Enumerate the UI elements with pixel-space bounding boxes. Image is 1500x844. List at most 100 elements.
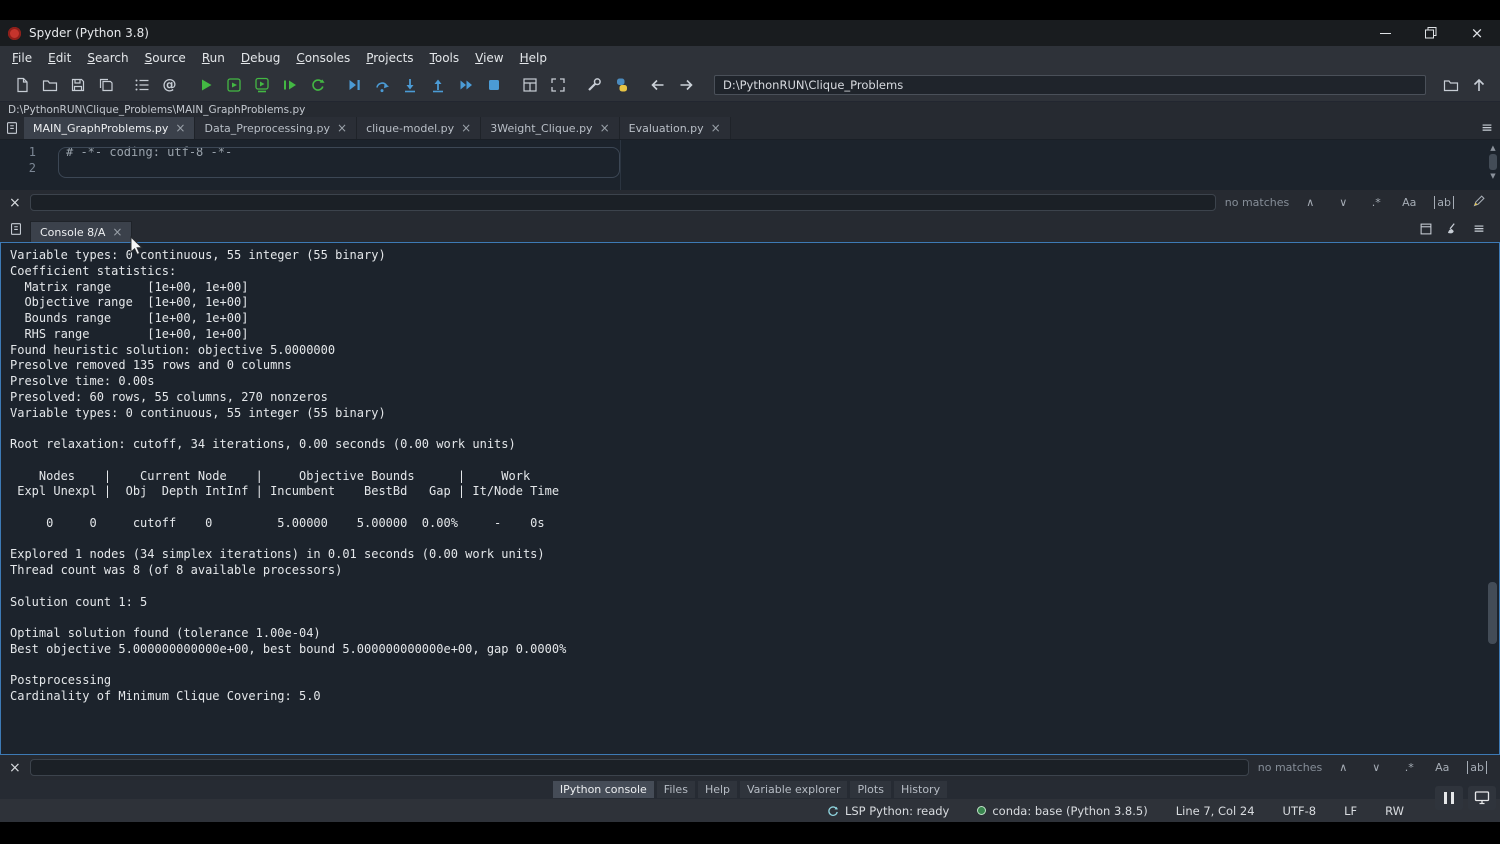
find-next-button[interactable]: ∨ bbox=[1364, 761, 1388, 774]
tab-ipython-console[interactable]: IPython console bbox=[553, 781, 654, 798]
code-content[interactable]: # -*- coding: utf-8 -*- bbox=[44, 140, 232, 190]
find-previous-button[interactable]: ∧ bbox=[1331, 761, 1355, 774]
menu-search[interactable]: Search bbox=[79, 48, 136, 68]
match-case-toggle-button[interactable]: Aa bbox=[1397, 196, 1421, 209]
scroll-down-icon[interactable]: ▼ bbox=[1490, 172, 1495, 180]
console-tab[interactable]: Console 8/A× bbox=[30, 221, 132, 242]
permissions-text: RW bbox=[1385, 804, 1404, 818]
ipython-console-output[interactable]: Variable types: 0 continuous, 55 integer… bbox=[0, 242, 1500, 755]
find-previous-button[interactable]: ∧ bbox=[1298, 196, 1322, 209]
close-icon[interactable]: × bbox=[112, 226, 122, 238]
tab-variable-explorer[interactable]: Variable explorer bbox=[740, 781, 847, 798]
whole-word-toggle-button[interactable]: ab bbox=[1434, 196, 1454, 209]
conda-env-status[interactable]: conda: base (Python 3.8.5) bbox=[977, 804, 1147, 818]
run-cell-advance-button[interactable] bbox=[248, 72, 275, 98]
tab-label: MAIN_GraphProblems.py bbox=[33, 122, 168, 135]
close-icon[interactable]: × bbox=[461, 122, 471, 134]
find-symbols-button[interactable]: @ bbox=[156, 72, 183, 98]
editor-tab-main-graphproblems[interactable]: MAIN_GraphProblems.py × bbox=[24, 117, 195, 139]
close-icon[interactable]: × bbox=[600, 122, 610, 134]
tab-help[interactable]: Help bbox=[698, 781, 737, 798]
rerun-cell-button[interactable] bbox=[304, 72, 331, 98]
menu-tools[interactable]: Tools bbox=[422, 48, 468, 68]
tab-history[interactable]: History bbox=[894, 781, 947, 798]
screen-button[interactable] bbox=[1468, 786, 1496, 810]
menu-help[interactable]: Help bbox=[512, 48, 555, 68]
find-close-button[interactable]: × bbox=[9, 196, 21, 210]
maximize-pane-button[interactable] bbox=[516, 72, 543, 98]
menu-consoles[interactable]: Consoles bbox=[288, 48, 358, 68]
menu-edit[interactable]: Edit bbox=[40, 48, 79, 68]
conda-status-text: conda: base (Python 3.8.5) bbox=[992, 804, 1147, 818]
regex-toggle-button[interactable]: .* bbox=[1397, 761, 1421, 774]
open-file-button[interactable] bbox=[36, 72, 63, 98]
whole-word-toggle-button[interactable]: ab bbox=[1467, 761, 1487, 774]
restore-icon bbox=[1422, 24, 1440, 42]
scroll-up-icon[interactable]: ▲ bbox=[1490, 144, 1495, 152]
scrollbar-thumb[interactable] bbox=[1489, 154, 1497, 170]
highlight-matches-button[interactable] bbox=[1467, 193, 1491, 212]
run-file-button[interactable] bbox=[192, 72, 219, 98]
pause-button[interactable] bbox=[1435, 786, 1463, 810]
editor-scrollbar[interactable]: ▲ ▼ bbox=[1487, 144, 1499, 180]
continue-execution-button[interactable] bbox=[452, 72, 479, 98]
new-file-button[interactable] bbox=[8, 72, 35, 98]
tab-files[interactable]: Files bbox=[657, 781, 695, 798]
run-file-icon bbox=[197, 76, 215, 94]
step-into-button[interactable] bbox=[396, 72, 423, 98]
find-close-button[interactable]: × bbox=[9, 761, 21, 775]
stop-icon bbox=[485, 76, 503, 94]
browse-working-directory-button[interactable] bbox=[1437, 72, 1464, 98]
browse-tabs-button[interactable] bbox=[0, 117, 24, 139]
minimize-button[interactable] bbox=[1362, 20, 1408, 46]
parent-directory-button[interactable] bbox=[1465, 72, 1492, 98]
menu-source[interactable]: Source bbox=[137, 48, 194, 68]
pythonpath-manager-button[interactable] bbox=[608, 72, 635, 98]
console-new-window-button[interactable] bbox=[1414, 221, 1438, 237]
editor-tab-data-preprocessing[interactable]: Data_Preprocessing.py× bbox=[195, 117, 357, 139]
find-next-button[interactable]: ∨ bbox=[1331, 196, 1355, 209]
working-directory-combobox[interactable]: D:\PythonRUN\Clique_Problems bbox=[714, 75, 1426, 95]
forward-button[interactable] bbox=[672, 72, 699, 98]
menu-projects[interactable]: Projects bbox=[358, 48, 421, 68]
run-cell-button[interactable] bbox=[220, 72, 247, 98]
menu-run[interactable]: Run bbox=[194, 48, 233, 68]
editor-tab-3weight-clique[interactable]: 3Weight_Clique.py× bbox=[481, 117, 619, 139]
editor-search-input[interactable] bbox=[30, 194, 1216, 211]
menu-file[interactable]: File bbox=[4, 48, 40, 68]
match-case-toggle-button[interactable]: Aa bbox=[1430, 761, 1454, 774]
save-button[interactable] bbox=[64, 72, 91, 98]
match-case-icon: Aa bbox=[1435, 761, 1449, 774]
browse-console-tabs-button[interactable] bbox=[4, 221, 28, 237]
menu-view[interactable]: View bbox=[467, 48, 511, 68]
restore-button[interactable] bbox=[1408, 20, 1454, 46]
menu-bar: File Edit Search Source Run Debug Consol… bbox=[0, 46, 1500, 69]
menu-debug[interactable]: Debug bbox=[233, 48, 288, 68]
tab-label: Evaluation.py bbox=[629, 122, 704, 135]
step-over-button[interactable] bbox=[368, 72, 395, 98]
preferences-button[interactable] bbox=[580, 72, 607, 98]
code-editor[interactable]: 1 2 # -*- coding: utf-8 -*- ▲ ▼ bbox=[0, 140, 1500, 190]
console-text[interactable]: Variable types: 0 continuous, 55 integer… bbox=[1, 243, 1499, 705]
close-icon[interactable]: × bbox=[711, 122, 721, 134]
close-icon[interactable]: × bbox=[337, 122, 347, 134]
clear-console-button[interactable] bbox=[1440, 221, 1464, 237]
editor-tab-evaluation[interactable]: Evaluation.py × bbox=[620, 117, 731, 139]
step-return-button[interactable] bbox=[424, 72, 451, 98]
back-button[interactable] bbox=[644, 72, 671, 98]
save-all-button[interactable] bbox=[92, 72, 119, 98]
editor-options-menu-button[interactable]: ≡ bbox=[1474, 117, 1500, 139]
console-options-menu-button[interactable]: ≡ bbox=[1466, 221, 1492, 237]
console-search-input[interactable] bbox=[30, 759, 1249, 776]
close-button[interactable]: × bbox=[1454, 20, 1500, 46]
file-switcher-button[interactable] bbox=[128, 72, 155, 98]
run-selection-button[interactable] bbox=[276, 72, 303, 98]
tab-plots[interactable]: Plots bbox=[850, 781, 890, 798]
editor-tab-clique-model[interactable]: clique-model.py× bbox=[357, 117, 481, 139]
console-scrollbar-thumb[interactable] bbox=[1488, 582, 1497, 644]
close-icon[interactable]: × bbox=[175, 122, 185, 134]
fullscreen-button[interactable] bbox=[544, 72, 571, 98]
stop-debug-button[interactable] bbox=[480, 72, 507, 98]
regex-toggle-button[interactable]: .* bbox=[1364, 196, 1388, 209]
debug-file-button[interactable] bbox=[340, 72, 367, 98]
